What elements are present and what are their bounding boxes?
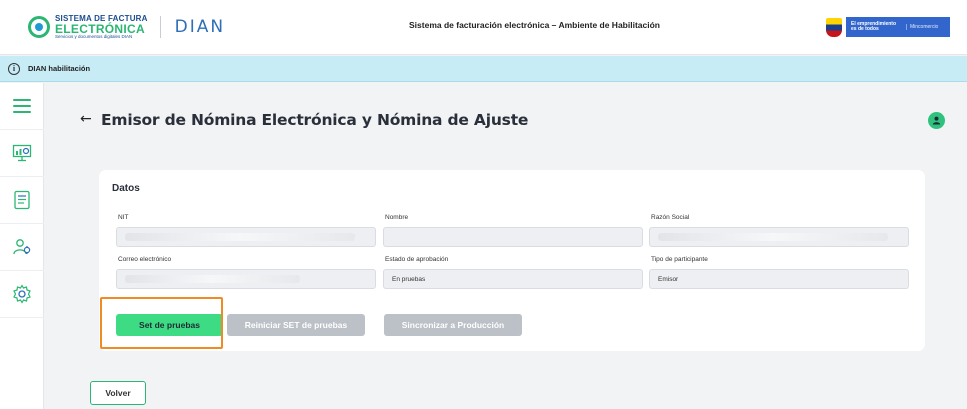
brand-text: SISTEMA DE FACTURA ELECTRÓNICA Servicios… (55, 14, 148, 40)
tipo-label: Tipo de participante (651, 256, 708, 263)
gov-banner: El emprendimiento es de todos Mincomerci… (846, 17, 950, 37)
nombre-label: Nombre (385, 214, 409, 221)
brand-mark-icon (28, 16, 50, 38)
header-title: Sistema de facturación electrónica – Amb… (409, 20, 660, 30)
gov-slogan: El emprendimiento es de todos (846, 21, 906, 33)
dian-logo: DIAN (174, 17, 226, 37)
datos-title: Datos (112, 183, 140, 194)
sidebar-item-documents[interactable] (0, 177, 44, 224)
user-avatar-icon[interactable] (928, 112, 945, 129)
nit-field (116, 227, 376, 247)
sidebar-item-dashboard[interactable] (0, 130, 44, 177)
environment-label: DIAN habilitación (28, 64, 91, 73)
razon-social-label: Razón Social (651, 214, 690, 221)
back-arrow-icon[interactable]: ← (80, 111, 92, 127)
environment-info-bar: i DIAN habilitación (0, 56, 967, 82)
menu-icon (13, 99, 31, 113)
correo-label: Correo electrónico (118, 256, 172, 263)
sidebar (0, 83, 44, 409)
gear-icon (13, 284, 31, 304)
info-icon: i (8, 62, 20, 75)
gov-ministry: Mincomercio (906, 24, 938, 30)
nit-label: NIT (118, 214, 129, 221)
razon-social-field (649, 227, 909, 247)
sidebar-item-settings[interactable] (0, 271, 44, 318)
sidebar-menu-toggle[interactable] (0, 83, 44, 130)
highlight-box (100, 297, 223, 349)
government-logo: El emprendimiento es de todos Mincomerci… (826, 17, 950, 37)
razon-social-value-redacted (658, 233, 888, 241)
estado-label: Estado de aprobación (385, 256, 449, 263)
gov-slogan-line2: es de todos (851, 26, 879, 32)
brand-line2: ELECTRÓNICA (55, 21, 145, 36)
brand-divider (159, 16, 161, 38)
page-title: Emisor de Nómina Electrónica y Nómina de… (101, 111, 529, 129)
tipo-field: Emisor (649, 269, 909, 289)
top-header: SISTEMA DE FACTURA ELECTRÓNICA Servicios… (0, 0, 967, 55)
sincronizar-produccion-button[interactable]: Sincronizar a Producción (384, 314, 522, 336)
nombre-field (383, 227, 643, 247)
correo-value-redacted (125, 275, 300, 283)
reiniciar-set-button[interactable]: Reiniciar SET de pruebas (227, 314, 365, 336)
users-settings-icon (13, 239, 31, 255)
correo-field (116, 269, 376, 289)
nit-value-redacted (125, 233, 355, 241)
volver-button[interactable]: Volver (90, 381, 146, 405)
sidebar-item-users[interactable] (0, 224, 44, 271)
estado-field: En pruebas (383, 269, 643, 289)
document-list-icon (14, 190, 30, 210)
brand-logo[interactable]: SISTEMA DE FACTURA ELECTRÓNICA Servicios… (28, 12, 225, 42)
colombia-shield-icon (826, 17, 842, 37)
dashboard-monitor-icon (12, 144, 32, 162)
